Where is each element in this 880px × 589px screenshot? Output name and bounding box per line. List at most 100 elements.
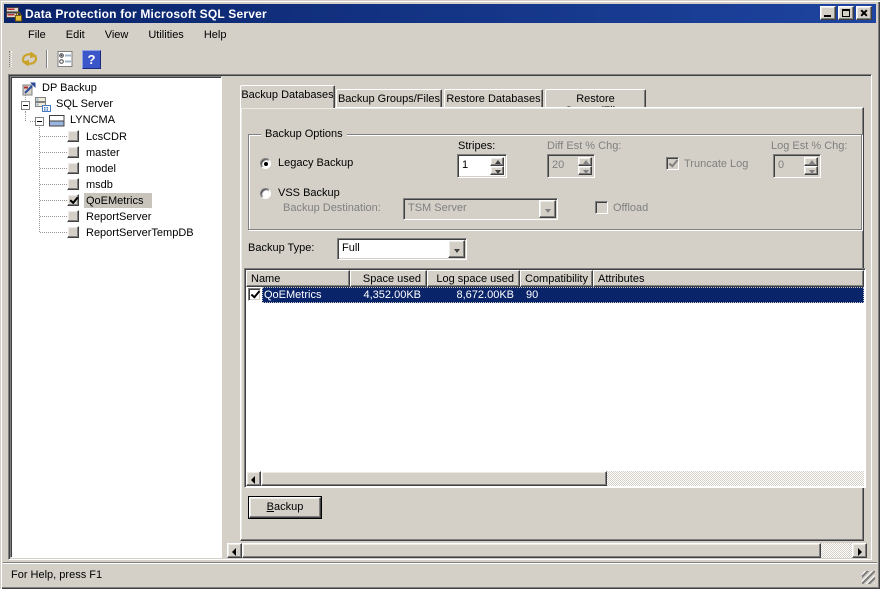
stripes-up-button[interactable] [490, 157, 504, 166]
menu-file[interactable]: File [18, 27, 56, 43]
scroll-right-button[interactable] [852, 543, 867, 558]
tree-checkbox-lcscdr[interactable] [67, 130, 79, 142]
scrollbar-thumb[interactable] [261, 471, 607, 486]
tree-expander-lyncma[interactable] [35, 117, 44, 126]
column-name[interactable]: Name [246, 270, 350, 287]
arrow-right-icon [858, 548, 862, 556]
menu-edit[interactable]: Edit [56, 27, 95, 43]
scroll-left-button[interactable] [246, 471, 261, 486]
minimize-button[interactable] [820, 6, 836, 20]
column-space-used[interactable]: Space used [350, 270, 427, 287]
table-row[interactable]: QoEMetrics 4,352.00KB 8,672.00KB 90 [246, 287, 864, 304]
stripes-spinner[interactable]: 1 [457, 154, 507, 178]
legacy-backup-label[interactable]: Legacy Backup [278, 157, 353, 169]
log-est-down-button [804, 166, 818, 175]
options-button[interactable] [54, 49, 76, 69]
tree-connector [40, 216, 67, 217]
tree-item-lcscdr[interactable]: LcsCDR [86, 131, 127, 143]
row-checkbox-qoemetrics[interactable] [248, 288, 261, 301]
column-log-space-used[interactable]: Log space used [427, 270, 520, 287]
scrollbar-thumb[interactable] [242, 543, 821, 558]
pane-horizontal-scrollbar [227, 543, 868, 558]
vss-backup-label[interactable]: VSS Backup [278, 187, 340, 199]
stripes-down-button[interactable] [490, 166, 504, 175]
backup-destination-combo: TSM Server [403, 198, 558, 220]
menu-help[interactable]: Help [194, 27, 237, 43]
tree-panel: DP Backup SQL Server LYNCMA [10, 76, 222, 558]
tree-item-dp-backup[interactable]: DP Backup [42, 82, 97, 94]
tab-restore-groups-files[interactable]: Restore Groups/Files [545, 89, 646, 107]
tree-checkbox-model[interactable] [67, 162, 79, 174]
column-attributes[interactable]: Attributes [593, 270, 864, 287]
cell-compatibility: 90 [526, 289, 538, 301]
options-icon [57, 51, 73, 67]
diff-est-label: Diff Est % Chg: [547, 140, 621, 152]
tree-item-reportservertempdb[interactable]: ReportServerTempDB [86, 227, 194, 239]
tree-item-model[interactable]: model [86, 163, 116, 175]
tree-connector [40, 168, 67, 169]
maximize-icon [842, 9, 850, 17]
app-icon [6, 6, 22, 22]
tree-connector [25, 111, 26, 121]
vss-backup-radio[interactable] [260, 188, 271, 199]
backup-destination-dropdown-button [539, 200, 556, 218]
panel-splitter[interactable] [222, 76, 236, 558]
tree-connector [40, 232, 67, 233]
resize-grip-icon[interactable] [862, 571, 875, 584]
refresh-button[interactable] [18, 49, 40, 69]
truncate-log-checkbox [666, 157, 679, 170]
tab-restore-databases[interactable]: Restore Databases [444, 89, 543, 107]
tree-checkbox-msdb[interactable] [67, 178, 79, 190]
maximize-button[interactable] [838, 6, 854, 20]
diff-est-spinner: 20 [547, 154, 595, 178]
tree-item-qoemetrics[interactable]: QoEMetrics [86, 195, 143, 207]
toolbar-separator [46, 50, 48, 68]
scrollbar-track[interactable] [607, 471, 864, 486]
offload-checkbox [595, 201, 608, 214]
truncate-log-label: Truncate Log [684, 158, 748, 170]
backup-type-dropdown-button[interactable] [448, 240, 465, 258]
tree-item-lyncma[interactable]: LYNCMA [70, 114, 115, 126]
diff-est-up-button [578, 157, 592, 166]
table-header: Name Space used Log space used Compatibi… [246, 270, 864, 287]
backup-destination-label: Backup Destination: [283, 202, 381, 214]
toolbar-grip[interactable] [9, 51, 12, 67]
app-window: Data Protection for Microsoft SQL Server… [0, 0, 880, 589]
window-title: Data Protection for Microsoft SQL Server [25, 7, 267, 21]
tree-connector [40, 136, 67, 137]
menu-utilities[interactable]: Utilities [138, 27, 193, 43]
log-est-up-button [804, 157, 818, 166]
cell-space-used: 4,352.00KB [351, 289, 421, 301]
stripes-label: Stripes: [458, 140, 495, 152]
tree-checkbox-master[interactable] [67, 146, 79, 158]
title-bar[interactable]: Data Protection for Microsoft SQL Server [4, 4, 876, 23]
tree-item-sql-server[interactable]: SQL Server [56, 98, 113, 110]
diff-est-down-button [578, 166, 592, 175]
minimize-icon [824, 15, 831, 17]
legacy-backup-radio[interactable] [260, 158, 271, 169]
tree-item-reportserver[interactable]: ReportServer [86, 211, 151, 223]
tree-item-msdb[interactable]: msdb [86, 179, 113, 191]
menu-view[interactable]: View [95, 27, 139, 43]
tree-item-master[interactable]: master [86, 147, 120, 159]
help-button[interactable]: ? [82, 50, 101, 69]
column-compatibility[interactable]: Compatibility [520, 270, 593, 287]
selected-row[interactable]: QoEMetrics 4,352.00KB 8,672.00KB 90 [262, 287, 864, 303]
scrollbar-track[interactable] [821, 543, 852, 558]
tree-checkbox-reportservertempdb[interactable] [67, 226, 79, 238]
scroll-left-button[interactable] [227, 543, 242, 558]
tab-backup-databases[interactable]: Backup Databases [240, 85, 335, 108]
backup-button[interactable]: Backup [248, 496, 322, 519]
tab-backup-groups-files[interactable]: Backup Groups/Files [336, 89, 442, 107]
cell-log-space-used: 8,672.00KB [444, 289, 514, 301]
tree-expander-sql-server[interactable] [21, 101, 30, 110]
close-button[interactable] [856, 6, 872, 20]
sql-instance-icon [49, 115, 65, 130]
tree-connector [40, 152, 67, 153]
arrow-left-icon [232, 548, 236, 556]
table-horizontal-scrollbar [246, 471, 864, 486]
tree-checkbox-qoemetrics[interactable] [67, 194, 79, 206]
tree-checkbox-reportserver[interactable] [67, 210, 79, 222]
backup-type-combo[interactable]: Full [337, 238, 467, 260]
cell-name: QoEMetrics [264, 289, 321, 301]
